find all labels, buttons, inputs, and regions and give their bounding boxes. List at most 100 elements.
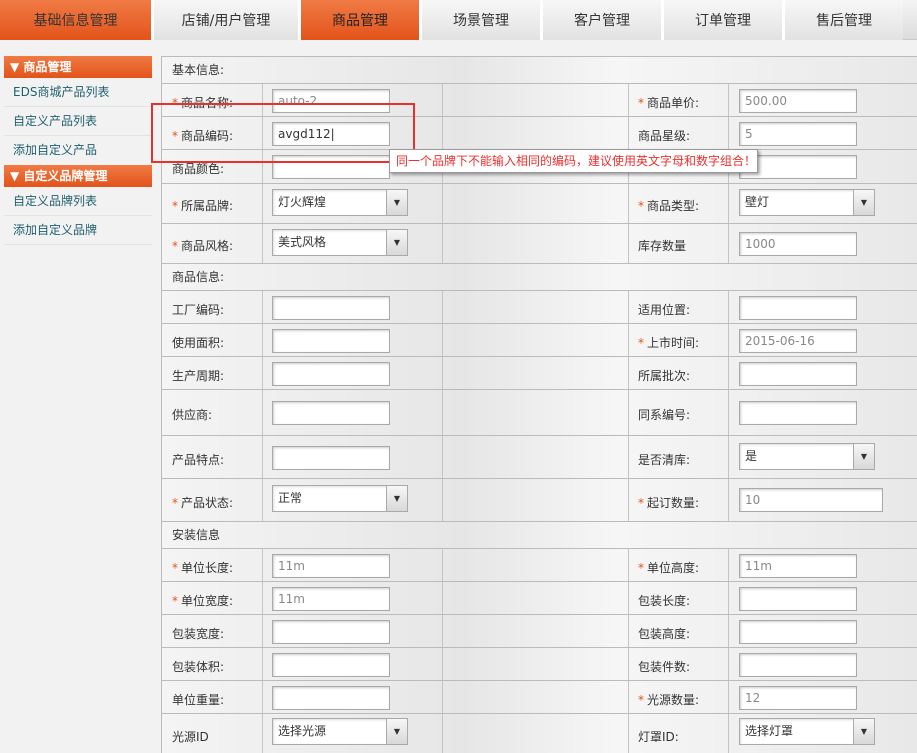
price-label: * 商品单价:: [638, 96, 700, 110]
chevron-down-icon[interactable]: ▼: [386, 486, 407, 511]
sidebar: ▼ 商品管理 EDS商城产品列表 自定义产品列表 添加自定义产品 ▼ 自定义品牌…: [4, 56, 152, 245]
unit-height-input[interactable]: 11m: [739, 554, 857, 578]
area-label: 使用面积:: [172, 336, 225, 350]
unit-width-input[interactable]: 11m: [272, 587, 390, 611]
form-row: 使用面积: * 上市时间: 2015-06-16: [162, 324, 917, 357]
unit-width-label: * 单位宽度:: [172, 594, 234, 608]
top-nav: 基础信息管理 店铺/用户管理 商品管理 场景管理 客户管理 订单管理 售后管理: [0, 0, 917, 40]
chevron-down-icon[interactable]: ▼: [853, 444, 874, 469]
unit-weight-input[interactable]: [272, 686, 390, 710]
light-count-input[interactable]: 12: [739, 686, 857, 710]
name-input[interactable]: auto-2: [272, 89, 390, 113]
type-label: * 商品类型:: [638, 199, 700, 213]
tab-order[interactable]: 订单管理: [664, 0, 782, 40]
validation-tooltip: 同一个品牌下不能输入相同的编码，建议使用英文字母和数字组合！: [389, 149, 758, 173]
unit-length-input[interactable]: 11m: [272, 554, 390, 578]
light-id-select[interactable]: 选择光源 ▼: [272, 718, 408, 745]
pack-volume-label: 包装体积:: [172, 660, 225, 674]
tab-product[interactable]: 商品管理: [301, 0, 419, 40]
form-row: 单位重量: * 光源数量: 12: [162, 681, 917, 714]
code-input[interactable]: avgd112|: [272, 122, 390, 146]
supplier-label: 供应商:: [172, 408, 213, 422]
form-row: * 单位宽度: 11m 包装长度:: [162, 582, 917, 615]
sidebar-item-add-product[interactable]: 添加自定义产品: [4, 136, 152, 165]
stock-label: 库存数量: [638, 239, 687, 253]
name-label: * 商品名称:: [172, 96, 234, 110]
star-label: 商品星级:: [638, 129, 691, 143]
pack-count-input[interactable]: [739, 653, 857, 677]
sidebar-item-eds-products[interactable]: EDS商城产品列表: [4, 78, 152, 107]
clearance-select[interactable]: 是 ▼: [739, 443, 875, 470]
status-label: * 产品状态:: [172, 496, 234, 510]
factory-label: 工厂编码:: [172, 303, 225, 317]
batch-label: 所属批次:: [638, 369, 691, 383]
chevron-down-icon[interactable]: ▼: [853, 190, 874, 215]
unit-weight-label: 单位重量:: [172, 693, 225, 707]
batch-input[interactable]: [739, 362, 857, 386]
pack-volume-input[interactable]: [272, 653, 390, 677]
tab-store-user[interactable]: 店铺/用户管理: [154, 0, 298, 40]
brand-label: * 所属品牌:: [172, 199, 234, 213]
factory-input[interactable]: [272, 296, 390, 320]
form-row: * 商品名称: auto-2 * 商品单价: 500.00: [162, 84, 917, 117]
form-row: 工厂编码: 适用位置:: [162, 291, 917, 324]
position-label: 适用位置:: [638, 303, 691, 317]
brand-select[interactable]: 灯火辉煌 ▼: [272, 189, 408, 216]
pack-width-label: 包装宽度:: [172, 627, 225, 641]
light-count-label: * 光源数量:: [638, 693, 700, 707]
feature-label: 产品特点:: [172, 453, 225, 467]
tab-after-sales[interactable]: 售后管理: [785, 0, 903, 40]
form-row: * 商品编码: avgd112| 商品星级: 5: [162, 117, 917, 150]
series-input[interactable]: [739, 401, 857, 425]
cycle-label: 生产周期:: [172, 369, 225, 383]
color-input[interactable]: [272, 155, 390, 179]
form-row: * 商品风格: 美式风格 ▼ 库存数量 1000: [162, 224, 917, 264]
series-label: 同系编号:: [638, 408, 691, 422]
form-row: 光源ID 选择光源 ▼ 灯罩ID: 选择灯罩 ▼: [162, 714, 917, 753]
chevron-down-icon[interactable]: ▼: [386, 719, 407, 744]
sidebar-group-product[interactable]: ▼ 商品管理: [4, 56, 152, 78]
style-label: * 商品风格:: [172, 239, 234, 253]
chevron-down-icon[interactable]: ▼: [386, 230, 407, 255]
launch-date-input[interactable]: 2015-06-16: [739, 329, 857, 353]
color-label: 商品颜色:: [172, 162, 225, 176]
min-order-label: * 起订数量:: [638, 496, 700, 510]
sidebar-item-add-brand[interactable]: 添加自定义品牌: [4, 216, 152, 245]
position-input[interactable]: [739, 296, 857, 320]
min-order-input[interactable]: 10: [739, 488, 883, 512]
form-row: * 单位长度: 11m * 单位高度: 11m: [162, 549, 917, 582]
form-row: 供应商: 同系编号:: [162, 390, 917, 436]
code-label: * 商品编码:: [172, 129, 234, 143]
pack-height-input[interactable]: [739, 620, 857, 644]
stock-input[interactable]: 1000: [739, 232, 857, 256]
sidebar-item-brand-list[interactable]: 自定义品牌列表: [4, 187, 152, 216]
unit-height-label: * 单位高度:: [638, 561, 700, 575]
form-row: * 产品状态: 正常 ▼ * 起订数量: 10: [162, 479, 917, 522]
lamp-id-select[interactable]: 选择灯罩 ▼: [739, 718, 875, 745]
form-row: 生产周期: 所属批次:: [162, 357, 917, 390]
star-input[interactable]: 5: [739, 122, 857, 146]
cycle-input[interactable]: [272, 362, 390, 386]
style-select[interactable]: 美式风格 ▼: [272, 229, 408, 256]
feature-input[interactable]: [272, 446, 390, 470]
tab-scene[interactable]: 场景管理: [422, 0, 540, 40]
sidebar-item-custom-products[interactable]: 自定义产品列表: [4, 107, 152, 136]
tab-basic-info[interactable]: 基础信息管理: [0, 0, 151, 40]
pack-height-label: 包装高度:: [638, 627, 691, 641]
area-input[interactable]: [272, 329, 390, 353]
launch-label: * 上市时间:: [638, 336, 700, 350]
form-row: 包装体积: 包装件数:: [162, 648, 917, 681]
type-select[interactable]: 壁灯 ▼: [739, 189, 875, 216]
sidebar-group-brand[interactable]: ▼ 自定义品牌管理: [4, 165, 152, 187]
light-id-label: 光源ID: [172, 730, 209, 744]
section-product-info: 商品信息:: [162, 264, 917, 291]
chevron-down-icon[interactable]: ▼: [386, 190, 407, 215]
pack-length-input[interactable]: [739, 587, 857, 611]
unit-length-label: * 单位长度:: [172, 561, 234, 575]
pack-width-input[interactable]: [272, 620, 390, 644]
supplier-input[interactable]: [272, 401, 390, 425]
chevron-down-icon[interactable]: ▼: [853, 719, 874, 744]
status-select[interactable]: 正常 ▼: [272, 485, 408, 512]
price-input[interactable]: 500.00: [739, 89, 857, 113]
tab-customer[interactable]: 客户管理: [543, 0, 661, 40]
